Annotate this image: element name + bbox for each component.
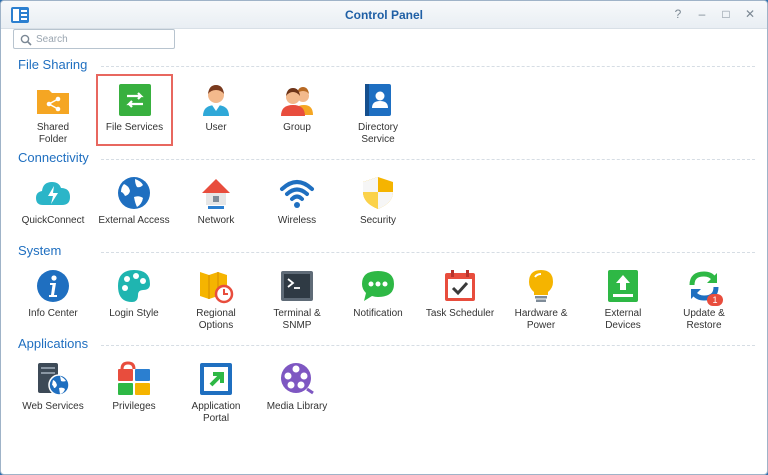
search-input[interactable] [36,31,170,47]
item-update-restore[interactable]: Update & Restore 1 [664,260,744,334]
help-icon[interactable]: ? [671,6,685,22]
directory-service-icon [365,84,391,116]
section-title-system: System [18,243,62,258]
item-network[interactable]: Network [176,167,256,241]
info-center-icon [37,270,69,302]
web-services-icon [38,363,70,396]
item-task-scheduler[interactable]: Task Scheduler [420,260,500,334]
item-label: Notification [353,308,403,319]
item-application-portal[interactable]: Application Portal [176,353,256,427]
item-label: Task Scheduler [425,308,495,319]
item-external-devices[interactable]: External Devices [583,260,663,334]
section-title-file-sharing: File Sharing [18,57,88,72]
section-title-applications: Applications [18,336,89,351]
section-divider [101,345,755,346]
item-quickconnect[interactable]: QuickConnect [13,167,93,241]
close-icon[interactable]: ✕ [743,6,757,22]
file-services-icon [118,84,151,116]
item-label: Network [197,215,235,226]
item-label: QuickConnect [21,215,85,226]
update-badge: 1 [707,294,723,306]
search-box[interactable] [13,29,175,49]
item-label: Media Library [266,401,328,412]
group-icon [281,87,313,116]
security-icon [363,177,393,209]
section-title-connectivity: Connectivity [18,150,89,165]
item-web-services[interactable]: Web Services [13,353,93,427]
item-info-center[interactable]: Info Center [13,260,93,334]
item-media-library[interactable]: Media Library [257,353,337,427]
item-label: Hardware & Power [514,308,568,331]
media-library-icon [281,363,314,395]
item-label: Web Services [22,401,84,412]
section-divider [101,66,755,67]
search-icon [20,34,32,46]
item-label: External Access [98,215,170,226]
item-label: External Devices [604,308,642,331]
item-label: Group [283,122,311,133]
user-icon [203,85,229,116]
item-label: Wireless [277,215,317,226]
minimize-icon[interactable]: – [695,6,709,22]
item-label: Login Style [109,308,159,319]
application-portal-icon [200,363,232,395]
item-directory-service[interactable]: Directory Service [338,74,418,148]
item-label: Update & Restore [683,308,725,331]
section-divider [101,252,755,253]
item-wireless[interactable]: Wireless [257,167,337,241]
privileges-icon [118,361,150,395]
title-bar[interactable]: Control Panel ? – □ ✕ [1,1,767,29]
item-label: Terminal & SNMP [273,308,321,331]
shared-folder-icon [37,90,69,114]
item-label: Shared Folder [36,122,70,145]
item-label: Info Center [28,308,78,319]
item-privileges[interactable]: Privileges [94,353,174,427]
item-shared-folder[interactable]: Shared Folder [13,74,93,148]
item-label: Privileges [112,401,156,412]
external-devices-icon [608,270,638,302]
section-divider [101,159,755,160]
window-title: Control Panel [344,8,423,22]
network-icon [202,179,230,209]
regional-options-icon [200,272,234,304]
item-hardware-power[interactable]: Hardware & Power [501,260,581,334]
item-regional-options[interactable]: Regional Options [176,260,256,334]
terminal-icon [281,271,313,301]
notification-icon [362,271,394,301]
maximize-icon[interactable]: □ [719,6,733,22]
control-panel-window: Control Panel ? – □ ✕ File Sharing Share… [0,0,768,475]
external-access-icon [118,177,150,209]
item-label: Regional Options [196,308,236,331]
quickconnect-icon [36,182,70,205]
item-label: Directory Service [357,122,398,145]
item-terminal-snmp[interactable]: Terminal & SNMP [257,260,337,334]
item-external-access[interactable]: External Access [94,167,174,241]
item-label: Security [359,215,397,226]
item-notification[interactable]: Notification [338,260,418,334]
task-scheduler-icon [445,270,475,301]
item-security[interactable]: Security [338,167,418,241]
item-label: User [205,122,227,133]
item-label: Application Portal [191,401,241,424]
wireless-icon [280,180,314,208]
item-label: File Services [105,122,164,133]
item-group[interactable]: Group [257,74,337,148]
hardware-power-icon [529,270,553,302]
item-file-services[interactable]: File Services [96,74,173,146]
item-user[interactable]: User [176,74,256,148]
item-login-style[interactable]: Login Style [94,260,174,334]
login-style-icon [118,270,150,302]
